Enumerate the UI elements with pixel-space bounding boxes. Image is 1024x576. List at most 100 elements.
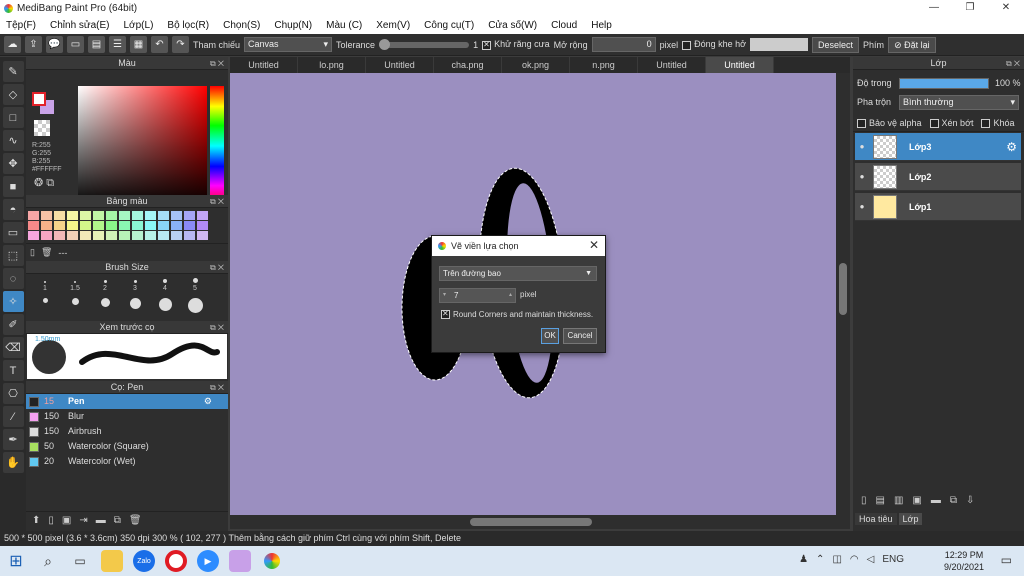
select-pen-tool-icon[interactable]: ✐ <box>2 314 24 335</box>
palette-swatch[interactable] <box>80 231 91 240</box>
cancel-button[interactable]: Cancel <box>563 328 597 344</box>
palette-swatch[interactable] <box>54 221 65 230</box>
palette-swatch[interactable] <box>93 231 104 240</box>
close-gap-option[interactable]: Đóng khe hở <box>682 39 746 50</box>
tab-layer[interactable]: Lớp <box>898 513 923 525</box>
export-icon[interactable]: ⇥ <box>79 515 87 526</box>
opacity-slider[interactable] <box>899 78 989 89</box>
palette-swatch[interactable] <box>171 221 182 230</box>
menu-view[interactable]: Xem(V) <box>376 20 410 31</box>
scroll-thumb[interactable] <box>839 263 847 315</box>
trash-icon[interactable]: 🗑 <box>41 247 52 258</box>
search-icon[interactable]: ⌕ <box>37 550 59 572</box>
document-icon[interactable]: ▤ <box>88 36 105 53</box>
magic-wand-tool-icon[interactable]: ✧ <box>2 291 24 312</box>
palette-swatch[interactable] <box>28 231 39 240</box>
palette-swatch[interactable] <box>158 221 169 230</box>
eyedropper-tool-icon[interactable]: ⁄ <box>2 406 24 427</box>
saturation-value-picker[interactable] <box>78 86 207 206</box>
pin-close-icon[interactable]: ⧉ ✕ <box>1006 57 1020 70</box>
cloud-icon[interactable]: ☁ <box>4 36 21 53</box>
brush-menu-icon[interactable]: ▣ <box>62 515 71 526</box>
opera-icon[interactable] <box>165 550 187 572</box>
menu-window[interactable]: Cửa số(W) <box>488 20 537 31</box>
document-tab[interactable]: n.png <box>570 57 638 73</box>
merge-down-icon[interactable]: ⇩ <box>966 495 974 506</box>
stroke-width-spinner[interactable]: ▾ 7 ▴ <box>439 288 516 303</box>
layer-row[interactable]: ● Lớp2 <box>855 163 1021 191</box>
redo-icon[interactable]: ↷ <box>172 36 189 53</box>
share-icon[interactable]: ⇪ <box>25 36 42 53</box>
layer-row[interactable]: ● Lớp1 <box>855 193 1021 221</box>
brush-list-item[interactable]: 15 Pen ⚙ <box>26 394 228 409</box>
palette-swatch[interactable] <box>132 221 143 230</box>
notification-icon[interactable]: ▭ <box>1001 553 1012 567</box>
menu-cloud[interactable]: Cloud <box>551 20 577 31</box>
clock[interactable]: 12:29 PM 9/20/2021 <box>944 549 984 573</box>
windows-start-icon[interactable]: ⊞ <box>5 550 27 572</box>
minimize-icon[interactable]: — <box>916 0 952 16</box>
palette-swatch[interactable] <box>41 211 52 220</box>
menu-layer[interactable]: Lớp(L) <box>124 20 154 31</box>
new-page-icon[interactable]: ▯ <box>30 247 35 258</box>
document-tab[interactable]: Untitled <box>706 57 774 73</box>
new-halftone-layer-icon[interactable]: ▤ <box>876 495 885 506</box>
round-corners-checkbox[interactable] <box>441 309 450 320</box>
maximize-icon[interactable]: ❐ <box>952 0 988 16</box>
network-icon[interactable]: ◫ <box>832 554 841 565</box>
duplicate-icon[interactable]: ⧉ <box>950 495 957 506</box>
size-option[interactable]: 4 <box>150 278 180 292</box>
layer-row[interactable]: ● Lớp3 ⚙ <box>855 133 1021 161</box>
menu-tools[interactable]: Công cụ(T) <box>424 20 474 31</box>
tab-navigator[interactable]: Hoa tiêu <box>855 513 897 525</box>
palette-swatch[interactable] <box>132 231 143 240</box>
reference-select[interactable]: Canvas ▾ <box>244 37 333 52</box>
palette-swatch[interactable] <box>197 211 208 220</box>
bucket-tool-icon[interactable]: ◓ <box>2 199 24 220</box>
palette-swatch[interactable] <box>106 211 117 220</box>
chat-icon[interactable]: ▭ <box>67 36 84 53</box>
brush-list-item[interactable]: 50 Watercolor (Square) <box>26 439 228 454</box>
expand-spinner[interactable]: 0 <box>591 37 656 52</box>
lasso-tool-icon[interactable]: ◌ <box>2 268 24 289</box>
palette-swatch[interactable] <box>119 231 130 240</box>
close-icon[interactable]: ✕ <box>589 238 599 252</box>
menu-capture[interactable]: Chụp(N) <box>274 20 312 31</box>
brush-list-item[interactable]: 20 Watercolor (Wet) <box>26 454 228 469</box>
palette-swatch[interactable] <box>67 221 78 230</box>
palette-swatch[interactable] <box>106 231 117 240</box>
tolerance-slider[interactable] <box>379 38 470 50</box>
palette-swatch[interactable] <box>80 211 91 220</box>
palette-swatch[interactable] <box>28 211 39 220</box>
document-tab[interactable]: Untitled <box>638 57 706 73</box>
palette-swatch[interactable] <box>41 231 52 240</box>
lock-option[interactable]: Khóa <box>981 118 1015 129</box>
brush-list-item[interactable]: 150 Blur <box>26 409 228 424</box>
pen-tool-icon[interactable]: ✒ <box>2 429 24 450</box>
dot-tool-icon[interactable]: ∿ <box>2 130 24 151</box>
protect-alpha-checkbox[interactable] <box>857 119 866 129</box>
palette-swatch[interactable] <box>119 221 130 230</box>
clip-checkbox[interactable] <box>929 119 939 129</box>
layer-menu-icon[interactable]: ▣ <box>912 495 921 506</box>
antialias-checkbox[interactable] <box>482 40 492 50</box>
palette-swatch[interactable] <box>93 221 104 230</box>
close-icon[interactable]: ✕ <box>988 0 1024 16</box>
palette-swatch[interactable] <box>67 231 78 240</box>
size-option[interactable]: 1.5 <box>60 278 90 292</box>
close-gap-field[interactable] <box>750 38 809 51</box>
new-layer-icon[interactable]: ▯ <box>861 495 867 506</box>
medibang-icon[interactable] <box>261 550 283 572</box>
divide-tool-icon[interactable]: ⎔ <box>2 383 24 404</box>
palette-swatch[interactable] <box>145 221 156 230</box>
rectangle-tool-icon[interactable]: □ <box>2 107 24 128</box>
menu-filter[interactable]: Bộ lọc(R) <box>167 20 209 31</box>
visibility-icon[interactable]: ● <box>855 172 869 181</box>
hand-tool-icon[interactable]: ✋ <box>2 452 24 473</box>
spin-up-icon[interactable]: ▴ <box>509 289 512 302</box>
palette-swatch[interactable] <box>184 211 195 220</box>
slider-knob[interactable] <box>379 38 391 50</box>
close-gap-checkbox[interactable] <box>682 40 692 50</box>
new-color-layer-icon[interactable]: ▥ <box>894 495 903 506</box>
gear-icon[interactable]: ⚙ <box>1006 140 1017 154</box>
